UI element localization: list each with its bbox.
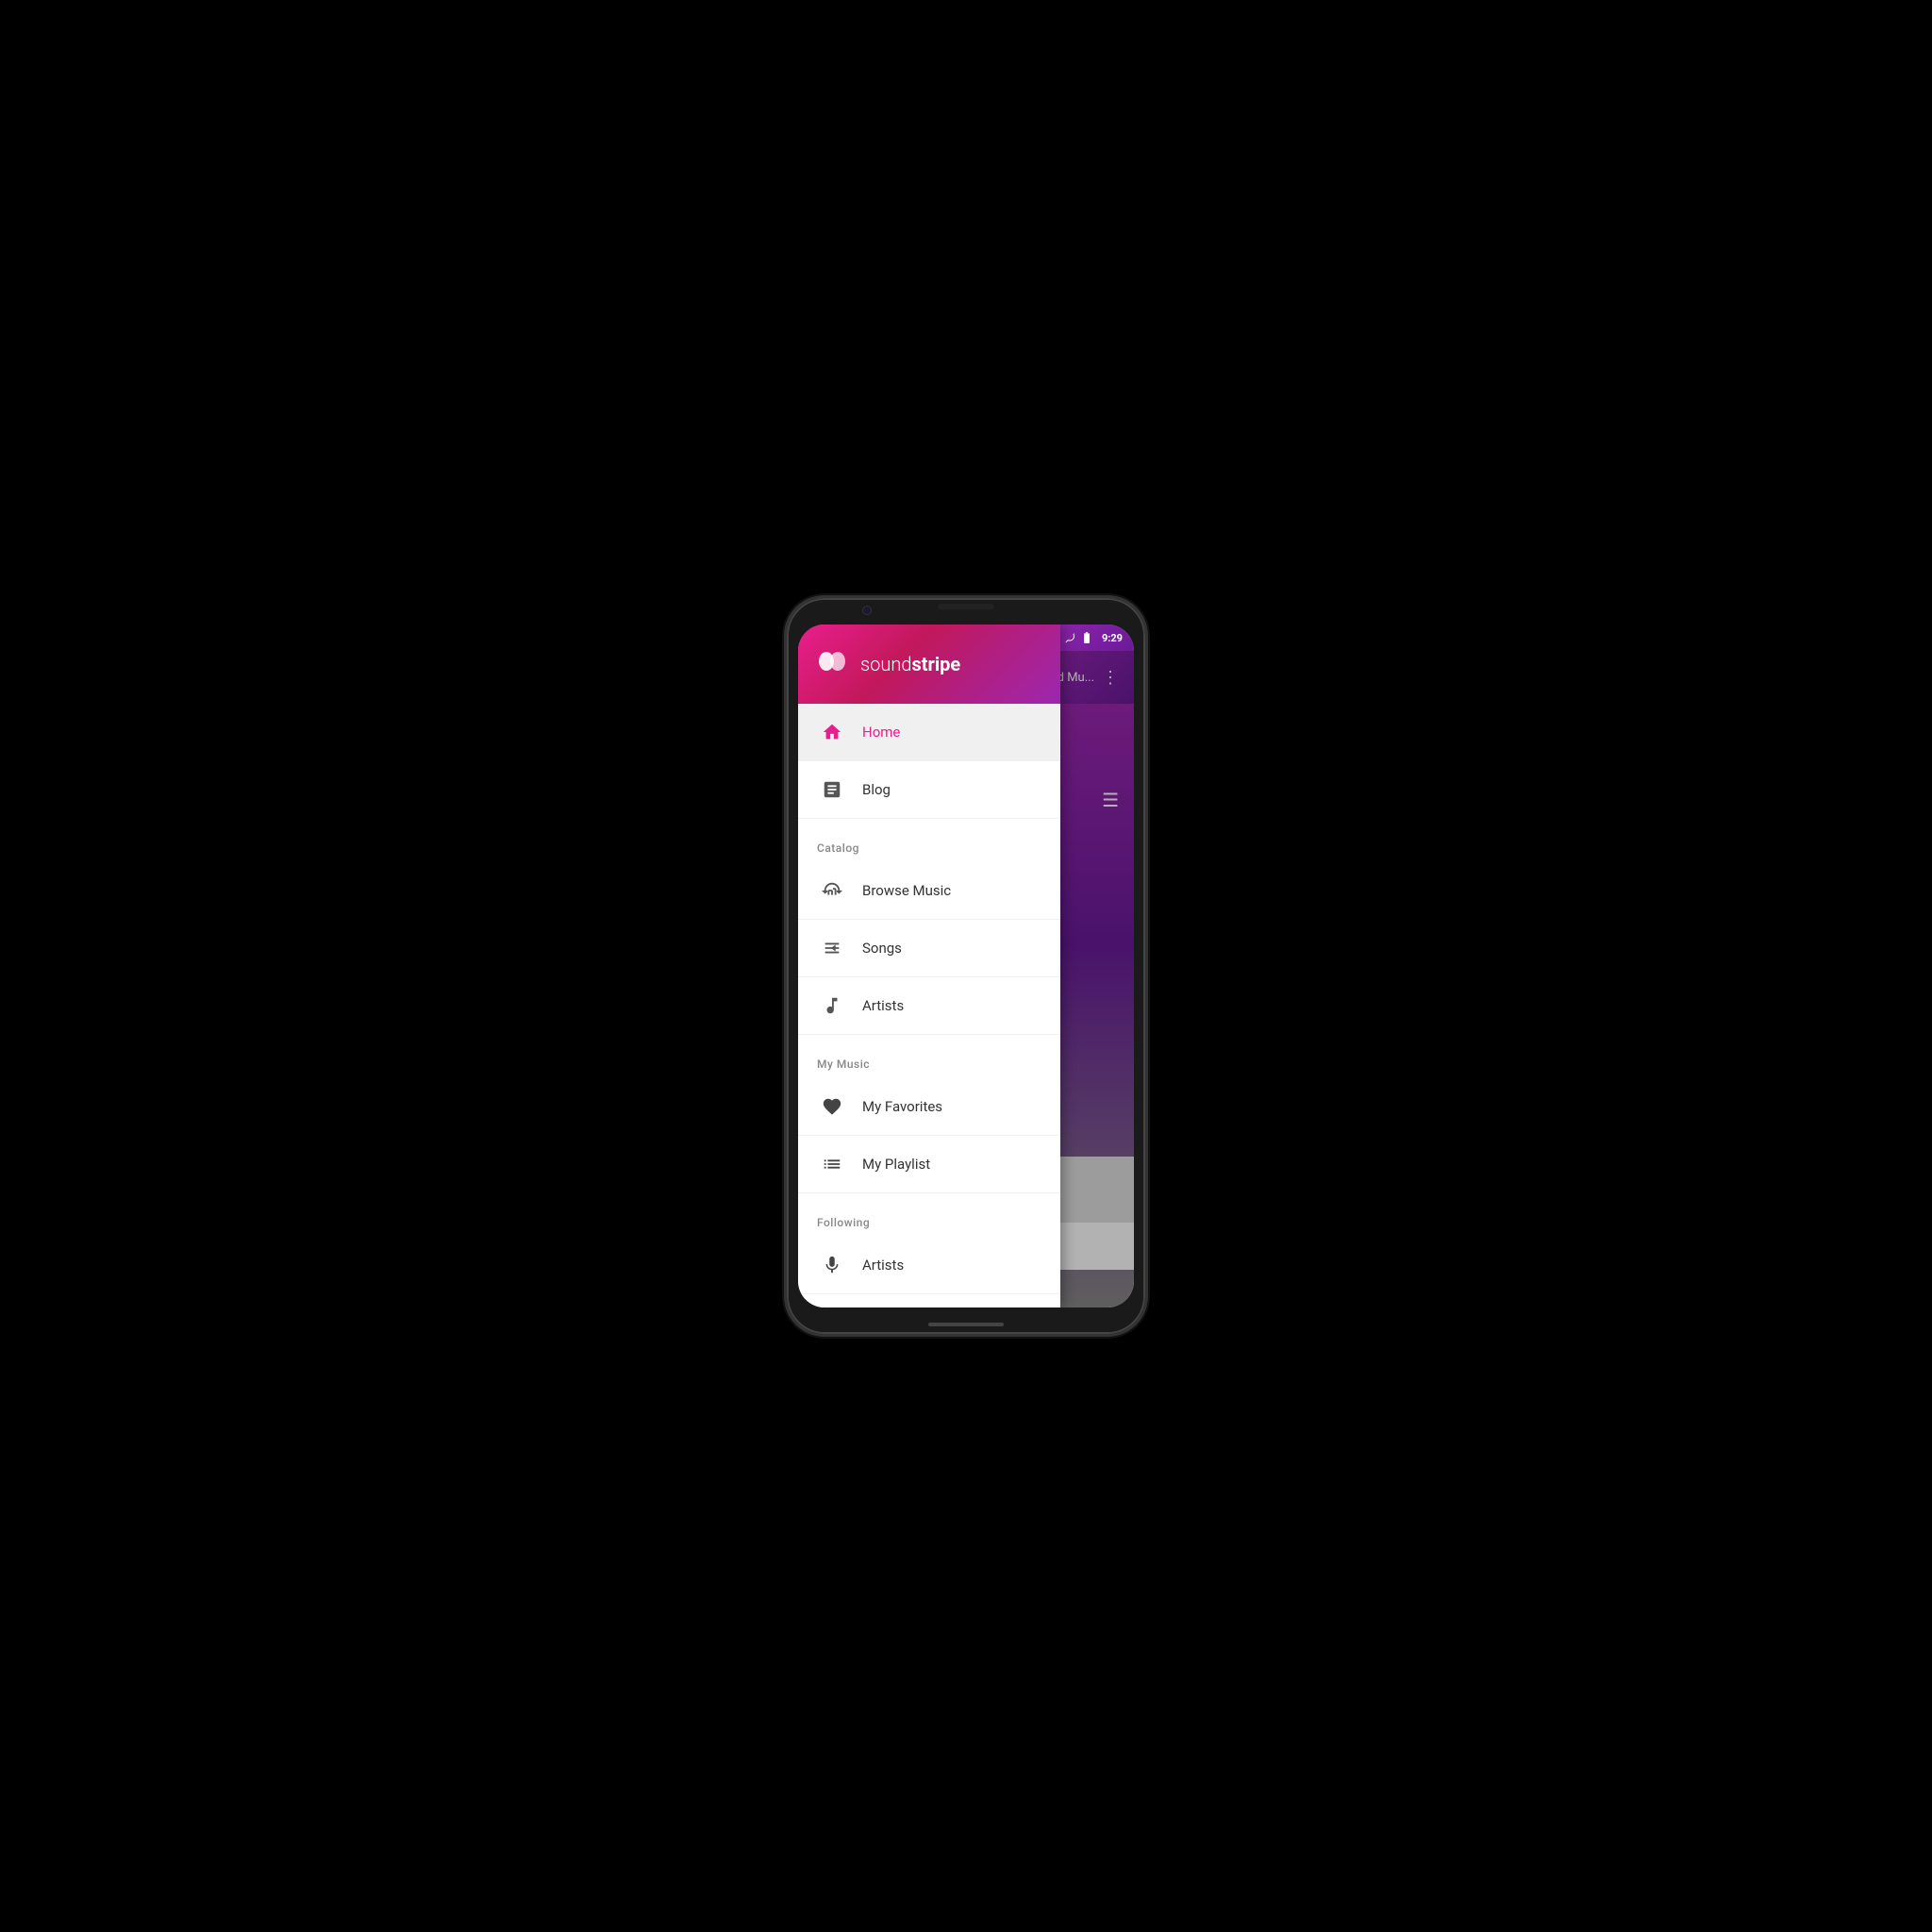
catalog-section-header: Catalog <box>798 826 1060 862</box>
phone-frame: 9:29 d Mu... ⋮ ☰ eo. ic LICENSE <box>787 598 1145 1334</box>
logo-bold: stripe <box>911 653 960 675</box>
nav-item-my-favorites[interactable]: My Favorites <box>798 1078 1060 1136</box>
songs-label: Songs <box>862 940 902 957</box>
nav-item-browse-music[interactable]: Browse Music <box>798 862 1060 920</box>
following-section-header: Following <box>798 1201 1060 1237</box>
browse-music-label: Browse Music <box>862 882 951 899</box>
following-artists-label: Artists <box>862 1257 904 1274</box>
phone-notch <box>938 604 994 609</box>
logo-icon <box>817 650 847 678</box>
nav-item-following-artists[interactable]: Artists <box>798 1237 1060 1294</box>
home-icon <box>817 717 847 747</box>
playlist-icon <box>817 1149 847 1179</box>
phone-screen: 9:29 d Mu... ⋮ ☰ eo. ic LICENSE <box>798 625 1134 1307</box>
nav-item-home[interactable]: Home <box>798 704 1060 761</box>
nav-item-artists[interactable]: Artists <box>798 977 1060 1035</box>
home-bar <box>928 1323 1004 1326</box>
front-camera <box>862 606 872 615</box>
nav-item-my-playlist[interactable]: My Playlist <box>798 1136 1060 1193</box>
blog-icon <box>817 774 847 805</box>
status-time: 9:29 <box>1102 632 1123 644</box>
logo-text: soundstripe <box>860 653 960 675</box>
nav-item-blog[interactable]: Blog <box>798 761 1060 819</box>
artists-catalog-label: Artists <box>862 997 904 1014</box>
battery-icon <box>1079 631 1094 644</box>
my-playlist-label: My Playlist <box>862 1156 930 1173</box>
heart-icon <box>817 1091 847 1122</box>
microphone-icon <box>817 1250 847 1280</box>
soundstripe-logo-icon <box>817 650 847 673</box>
drawer-header: soundstripe <box>798 625 1060 704</box>
signal-icon <box>1064 632 1075 643</box>
artists-catalog-icon <box>817 991 847 1021</box>
home-label: Home <box>862 724 900 741</box>
logo-brand: sound <box>860 653 911 675</box>
my-music-section-header: My Music <box>798 1042 1060 1078</box>
nav-item-following-playlists[interactable]: Playlists <box>798 1294 1060 1307</box>
blog-label: Blog <box>862 781 891 798</box>
songs-icon <box>817 933 847 963</box>
my-favorites-label: My Favorites <box>862 1098 942 1115</box>
headphones-icon <box>817 875 847 906</box>
nav-item-songs[interactable]: Songs <box>798 920 1060 977</box>
nav-drawer: soundstripe Home Blog <box>798 625 1060 1307</box>
